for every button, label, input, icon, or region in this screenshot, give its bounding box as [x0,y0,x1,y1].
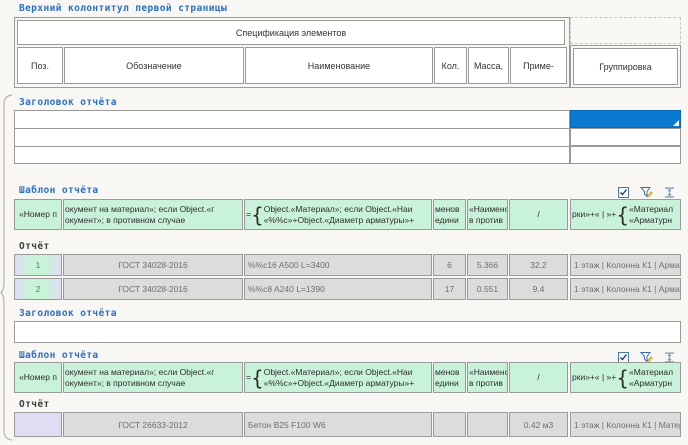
spec-title-cell[interactable]: Спецификация элементов [17,20,565,45]
template-cell-grouping[interactable]: рки»+« | »+{ «Материал«Арматурн [570,199,681,230]
template-cell-note[interactable]: / [509,362,568,393]
template-cell-count[interactable]: меноведини [433,199,466,230]
report-cell-designation[interactable]: ГОСТ 34028-2016 [63,278,243,300]
grouping-cell[interactable] [570,128,681,146]
spec-grouping-box: Группировка [570,45,681,88]
spec-col-mass[interactable]: Масса, [468,47,509,84]
grouping-cell-selected[interactable] [570,110,681,128]
report-cell-note[interactable]: 9.4 [509,278,568,300]
report-cell-name[interactable]: %%c8 A240 L=1390 [244,278,432,300]
section-label-report-template-2: Шаблон отчёта [19,350,99,361]
grouping-cell[interactable] [570,146,681,164]
template-cell-note[interactable]: / [509,199,568,230]
report-cell-count[interactable] [433,412,466,437]
spec-col-pos[interactable]: Поз. [17,47,63,84]
section-label-first-page-header: Верхний колонтитул первой страницы [19,3,227,14]
section-label-report-template-1: Шаблон отчёта [19,185,99,196]
report-cell-pos[interactable]: 2 [14,278,62,300]
report-cell-designation[interactable]: ГОСТ 34028-2016 [63,254,243,276]
template-cell-mass[interactable]: «Наименсв против [467,362,508,393]
template-cell-mass[interactable]: «Наименсв против [467,199,508,230]
report-template-editor: Верхний колонтитул первой страницы Специ… [0,0,688,445]
report-cell-grouping[interactable]: 1 этаж | Колонна К1 | Армат [570,254,681,276]
report-cell-grouping[interactable]: 1 этаж | Колонна К1 | Матер [570,412,681,437]
template-cell-grouping[interactable]: рки»+« | »+{ «Материал«Арматурн [570,362,681,393]
section-label-report-2: Отчёт [19,399,50,410]
report-row: ГОСТ 26633-2012 Бетон B25 F100 W6 0.42 м… [14,412,681,437]
filter-edit-icon[interactable] [640,186,653,199]
report-cell-count[interactable]: 6 [433,254,466,276]
report-cell-designation[interactable]: ГОСТ 26633-2012 [63,412,243,437]
spec-col-grouping[interactable]: Группировка [573,48,678,85]
checkbox-icon[interactable] [617,186,630,199]
template-cell-pos[interactable]: «Номер п [14,199,62,230]
template-cell-pos[interactable]: «Номер п [14,362,62,393]
template-row-2: «Номер п окумент на материал»; если Obje… [14,362,681,393]
report-cell-pos[interactable] [14,412,62,437]
row-spacing-icon[interactable] [663,186,676,199]
template-cell-name[interactable]: ={ Object.«Материал»; если Object.«Наи«%… [244,199,432,230]
report-header-table-1 [14,110,570,164]
report-cell-mass[interactable]: 5.366 [467,254,508,276]
report-header-row[interactable] [16,111,568,128]
group-bracket [0,0,13,445]
report-cell-name[interactable]: %%c16 A500 L=3400 [244,254,432,276]
report-cell-name[interactable]: Бетон B25 F100 W6 [244,412,432,437]
report-cell-grouping[interactable]: 1 этаж | Колонна К1 | Армат [570,278,681,300]
section-label-report-header-1: Заголовок отчёта [19,97,117,108]
section-label-report-1: Отчёт [19,241,50,252]
report-header-row[interactable] [16,147,568,164]
template-cell-count[interactable]: меноведини [433,362,466,393]
report-header-grouping-cells [570,110,681,164]
template-cell-designation[interactable]: окумент на материал»; если Object.«гокум… [63,199,243,230]
report-row: 2 ГОСТ 34028-2016 %%c8 A240 L=1390 17 0.… [14,278,681,300]
report-cell-pos[interactable]: 1 [14,254,62,276]
report-cell-mass[interactable]: 0.551 [467,278,508,300]
report-header-row[interactable] [16,129,568,146]
report-row: 1 ГОСТ 34028-2016 %%c16 A500 L=3400 6 5.… [14,254,681,276]
spec-col-designation[interactable]: Обозначение [64,47,244,84]
spec-col-count[interactable]: Кол. [434,47,467,84]
template-cell-name[interactable]: ={ Object.«Материал»; если Object.«Наи«%… [244,362,432,393]
report-cell-count[interactable]: 17 [433,278,466,300]
report-cell-note[interactable]: 0.42 м3 [509,412,568,437]
spec-col-name[interactable]: Наименование [245,47,433,84]
template-cell-designation[interactable]: окумент на материал»; если Object.«гокум… [63,362,243,393]
spec-title: Спецификация элементов [236,28,346,38]
spec-table: Спецификация элементов Поз. Обозначение … [14,17,570,88]
section-label-report-header-2: Заголовок отчёта [19,308,117,319]
report-cell-mass[interactable] [467,412,508,437]
spec-col-note[interactable]: Приме- [510,47,567,84]
grouping-header-placeholder [570,17,681,44]
report-cell-note[interactable]: 32.2 [509,254,568,276]
report-header-row[interactable] [14,321,681,343]
template-row-1: «Номер п окумент на материал»; если Obje… [14,199,681,230]
